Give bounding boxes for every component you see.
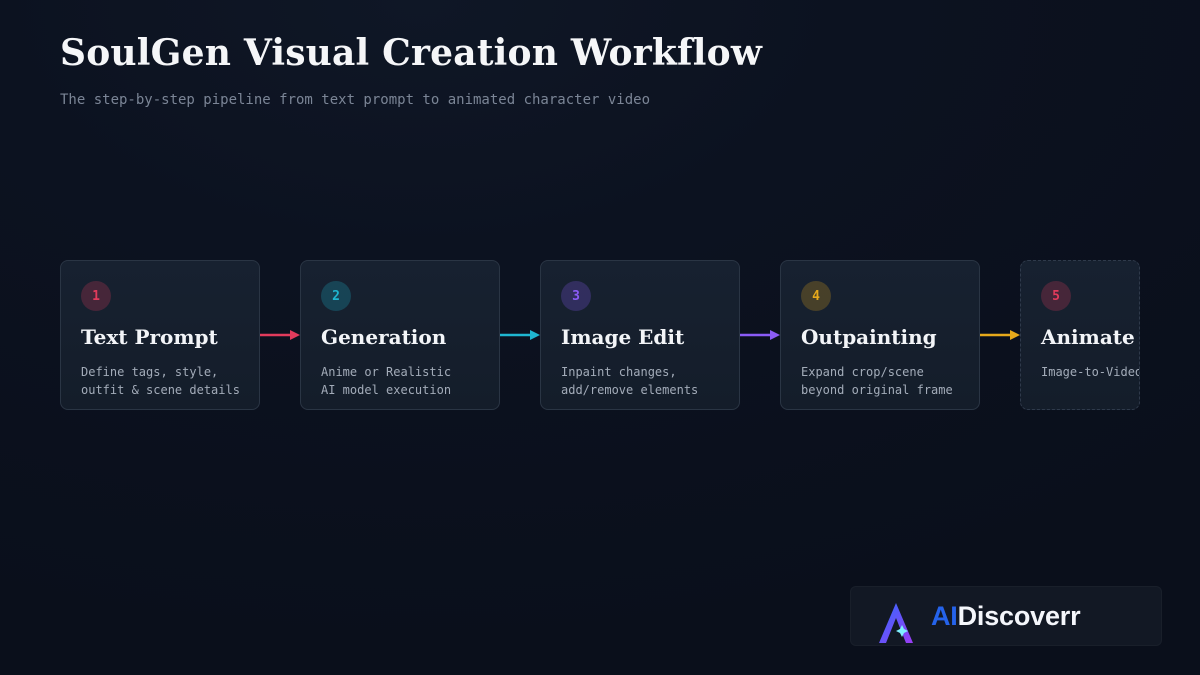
flow-arrow <box>500 330 540 340</box>
step-description-line: Anime or Realistic <box>321 365 452 379</box>
step-description-line: add/remove elements <box>561 383 699 397</box>
step-card-text-prompt: 1 Text Prompt Define tags, style, outfit… <box>60 260 260 410</box>
page-subtitle: The step-by-step pipeline from text prom… <box>60 92 651 108</box>
aidiscoverr-logo: AIDiscoverr <box>850 586 1162 646</box>
step-title: Generation <box>321 325 447 349</box>
step-description: Inpaint changes, add/remove elements <box>561 363 737 399</box>
logo-wordmark: AIDiscoverr <box>931 599 1081 633</box>
flow-arrow <box>740 330 780 340</box>
step-card-image-edit: 3 Image Edit Inpaint changes, add/remove… <box>540 260 740 410</box>
step-number-badge: 3 <box>561 281 591 311</box>
step-title: Text Prompt <box>81 325 218 349</box>
step-card-animate: 5 Animate Image-to-Video <box>1020 260 1140 410</box>
step-description: Define tags, style, outfit & scene detai… <box>81 363 257 399</box>
step-description-line: Image-to-Video <box>1041 365 1140 379</box>
step-description: Anime or Realistic AI model execution <box>321 363 497 399</box>
step-description-line: Inpaint changes, <box>561 365 677 379</box>
flow-arrow <box>260 330 300 340</box>
step-card-outpainting: 4 Outpainting Expand crop/scene beyond o… <box>780 260 980 410</box>
step-description-line: Define tags, style, <box>81 365 219 379</box>
flow-arrow <box>980 330 1020 340</box>
step-description: Expand crop/scene beyond original frame <box>801 363 977 399</box>
step-number-badge: 4 <box>801 281 831 311</box>
step-card-generation: 2 Generation Anime or Realistic AI model… <box>300 260 500 410</box>
page-title: SoulGen Visual Creation Workflow <box>60 32 763 74</box>
logo-discoverr-text: Discoverr <box>957 601 1081 631</box>
step-description-line: AI model execution <box>321 383 452 397</box>
step-title: Animate <box>1041 325 1135 349</box>
step-number-badge: 1 <box>81 281 111 311</box>
step-number-badge: 2 <box>321 281 351 311</box>
logo-a-icon <box>879 603 913 643</box>
step-title: Image Edit <box>561 325 685 349</box>
logo-ai-text: AI <box>931 601 958 631</box>
step-title: Outpainting <box>801 325 937 349</box>
step-number-badge: 5 <box>1041 281 1071 311</box>
step-description: Image-to-Video <box>1041 363 1140 381</box>
step-description-line: beyond original frame <box>801 383 953 397</box>
step-description-line: Expand crop/scene <box>801 365 924 379</box>
step-description-line: outfit & scene details <box>81 383 240 397</box>
